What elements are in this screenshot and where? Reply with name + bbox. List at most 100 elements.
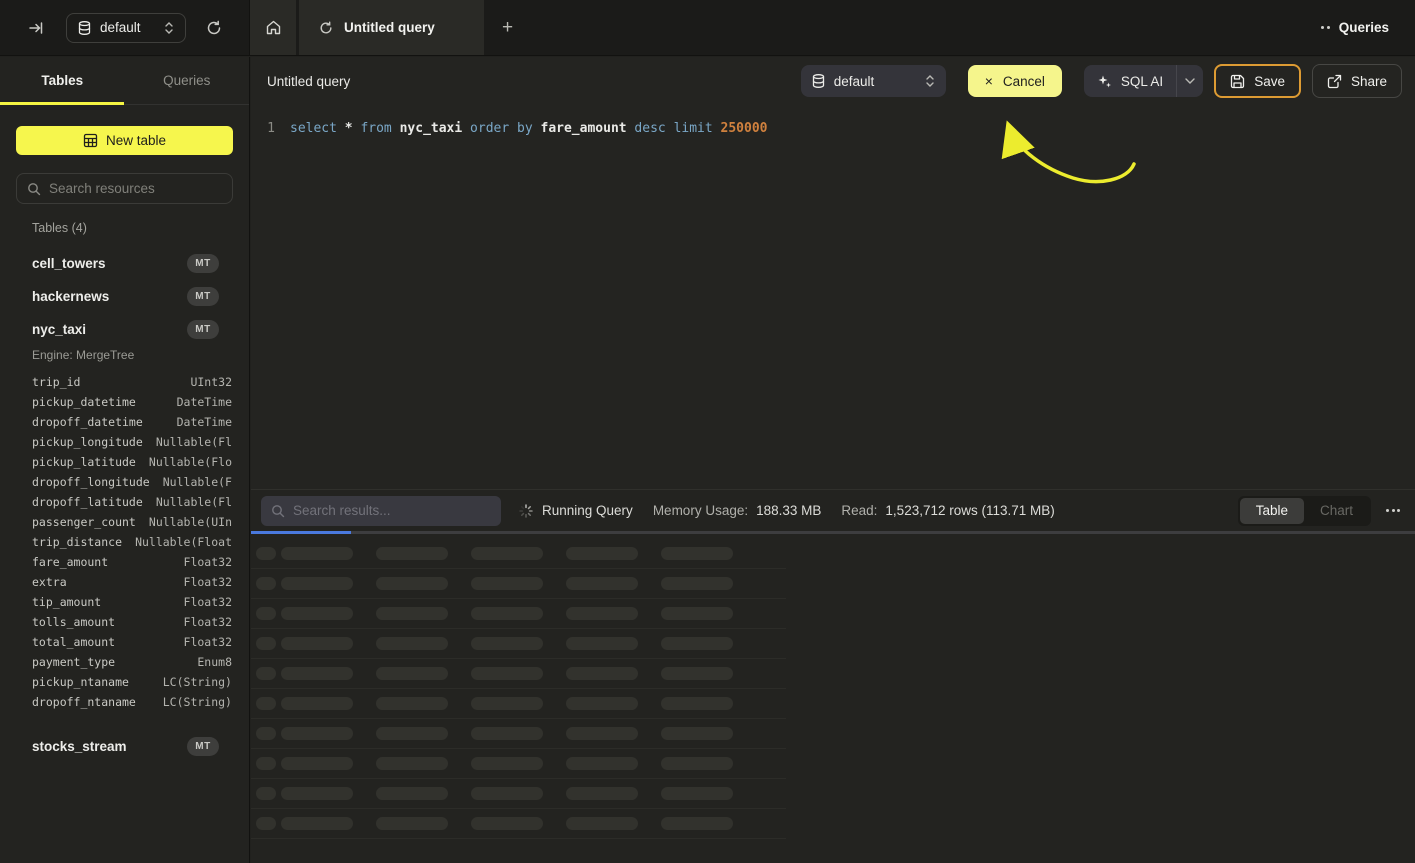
table-name: hackernews xyxy=(32,289,109,304)
engine-badge: MT xyxy=(187,254,219,273)
column-type: Nullable(UIn xyxy=(149,515,232,529)
column-name: pickup_latitude xyxy=(32,455,136,469)
sql-ai-main[interactable]: SQL AI xyxy=(1084,65,1176,97)
skeleton-cell xyxy=(471,577,543,590)
editor-toolbar: Untitled query default xyxy=(251,57,1415,105)
loading-spinner-icon xyxy=(519,504,533,518)
close-icon: × xyxy=(985,74,993,88)
skeleton-cell xyxy=(566,787,638,800)
column-row: trip_distanceNullable(Float xyxy=(0,532,249,552)
refresh-icon[interactable] xyxy=(200,14,228,42)
skeleton-cell xyxy=(256,667,276,680)
save-button[interactable]: Save xyxy=(1214,64,1301,98)
search-icon xyxy=(271,504,285,518)
skeleton-cell xyxy=(281,607,353,620)
chevron-up-down-icon xyxy=(164,21,174,35)
home-tab-button[interactable] xyxy=(250,0,296,55)
view-tab-table[interactable]: Table xyxy=(1240,498,1304,524)
skeleton-cell xyxy=(566,757,638,770)
results-search-input[interactable] xyxy=(293,503,491,518)
query-database-selector[interactable]: default xyxy=(801,65,946,97)
cancel-button[interactable]: × Cancel xyxy=(968,65,1062,97)
skeleton-row xyxy=(251,749,786,779)
column-name: pickup_ntaname xyxy=(32,675,129,689)
column-row: pickup_datetimeDateTime xyxy=(0,392,249,412)
sidebar-tab-tables[interactable]: Tables xyxy=(0,57,125,104)
column-type: Float32 xyxy=(184,595,232,609)
skeleton-cell xyxy=(471,637,543,650)
queries-link[interactable]: Queries xyxy=(1321,0,1415,55)
sql-token: order xyxy=(470,121,509,136)
sql-token xyxy=(509,121,517,136)
tab-untitled-query[interactable]: Untitled query xyxy=(299,0,484,55)
column-type: Float32 xyxy=(184,635,232,649)
skeleton-cell xyxy=(376,577,448,590)
resource-search-input[interactable] xyxy=(49,181,226,196)
sql-ai-button[interactable]: SQL AI xyxy=(1084,65,1203,97)
column-name: tip_amount xyxy=(32,595,101,609)
table-item-stocks_stream[interactable]: stocks_streamMT xyxy=(0,730,249,763)
column-name: tolls_amount xyxy=(32,615,115,629)
view-toggle: Table Chart xyxy=(1238,496,1371,526)
skeleton-cell xyxy=(471,787,543,800)
view-tab-chart[interactable]: Chart xyxy=(1304,498,1369,524)
column-name: extra xyxy=(32,575,67,589)
results-skeleton xyxy=(251,531,1415,839)
skeleton-cell xyxy=(281,547,353,560)
save-icon xyxy=(1230,74,1245,89)
search-icon xyxy=(27,182,41,196)
sql-token xyxy=(337,121,345,136)
more-options-icon[interactable] xyxy=(1384,503,1402,518)
skeleton-cell xyxy=(471,727,543,740)
skeleton-cell xyxy=(281,727,353,740)
skeleton-cell xyxy=(566,667,638,680)
column-name: fare_amount xyxy=(32,555,108,569)
cancel-label: Cancel xyxy=(1003,74,1045,89)
sidebar-tab-queries[interactable]: Queries xyxy=(125,57,250,104)
skeleton-cell xyxy=(256,637,276,650)
table-item-nyc_taxi[interactable]: nyc_taxiMT xyxy=(0,313,249,346)
new-table-button[interactable]: New table xyxy=(16,126,233,155)
skeleton-row xyxy=(251,629,786,659)
read-value: 1,523,712 rows (113.71 MB) xyxy=(885,503,1054,518)
sql-token xyxy=(462,121,470,136)
line-number: 1 xyxy=(251,119,275,139)
column-name: trip_id xyxy=(32,375,80,389)
new-tab-button[interactable]: + xyxy=(484,0,531,55)
tables-section-label: Tables (4) xyxy=(32,221,233,235)
skeleton-cell xyxy=(281,697,353,710)
skeleton-cell xyxy=(376,757,448,770)
skeleton-cell xyxy=(376,667,448,680)
query-status: Running Query xyxy=(542,503,633,518)
collapse-sidebar-icon[interactable] xyxy=(22,14,50,42)
column-name: dropoff_ntaname xyxy=(32,695,136,709)
sql-token: * xyxy=(345,121,353,136)
table-engine: Engine: MergeTree xyxy=(0,346,249,366)
results-panel: Running Query Memory Usage: 188.33 MB Re… xyxy=(251,489,1415,863)
column-row: passenger_countNullable(UIn xyxy=(0,512,249,532)
sql-editor[interactable]: 1 select * from nyc_taxi order by fare_a… xyxy=(251,105,1415,489)
table-item-cell_towers[interactable]: cell_towersMT xyxy=(0,247,249,280)
results-toolbar: Running Query Memory Usage: 188.33 MB Re… xyxy=(251,490,1415,531)
results-search xyxy=(261,496,501,526)
column-row: dropoff_ntanameLC(String) xyxy=(0,692,249,712)
chevron-down-icon[interactable] xyxy=(1177,65,1203,97)
skeleton-cell xyxy=(256,817,276,830)
skeleton-row xyxy=(251,689,786,719)
sql-token: 250000 xyxy=(721,121,768,136)
skeleton-cell xyxy=(471,697,543,710)
share-button[interactable]: Share xyxy=(1312,64,1402,98)
column-name: total_amount xyxy=(32,635,115,649)
skeleton-cell xyxy=(661,817,733,830)
skeleton-cell xyxy=(281,817,353,830)
skeleton-row xyxy=(251,659,786,689)
share-icon xyxy=(1327,74,1342,89)
column-row: pickup_longitudeNullable(Fl xyxy=(0,432,249,452)
tables-list: cell_towersMThackernewsMTnyc_taxiMTEngin… xyxy=(0,247,249,763)
skeleton-cell xyxy=(281,577,353,590)
database-icon xyxy=(812,74,825,88)
sql-token xyxy=(666,121,674,136)
table-item-hackernews[interactable]: hackernewsMT xyxy=(0,280,249,313)
skeleton-cell xyxy=(566,727,638,740)
database-selector[interactable]: default xyxy=(66,13,186,43)
